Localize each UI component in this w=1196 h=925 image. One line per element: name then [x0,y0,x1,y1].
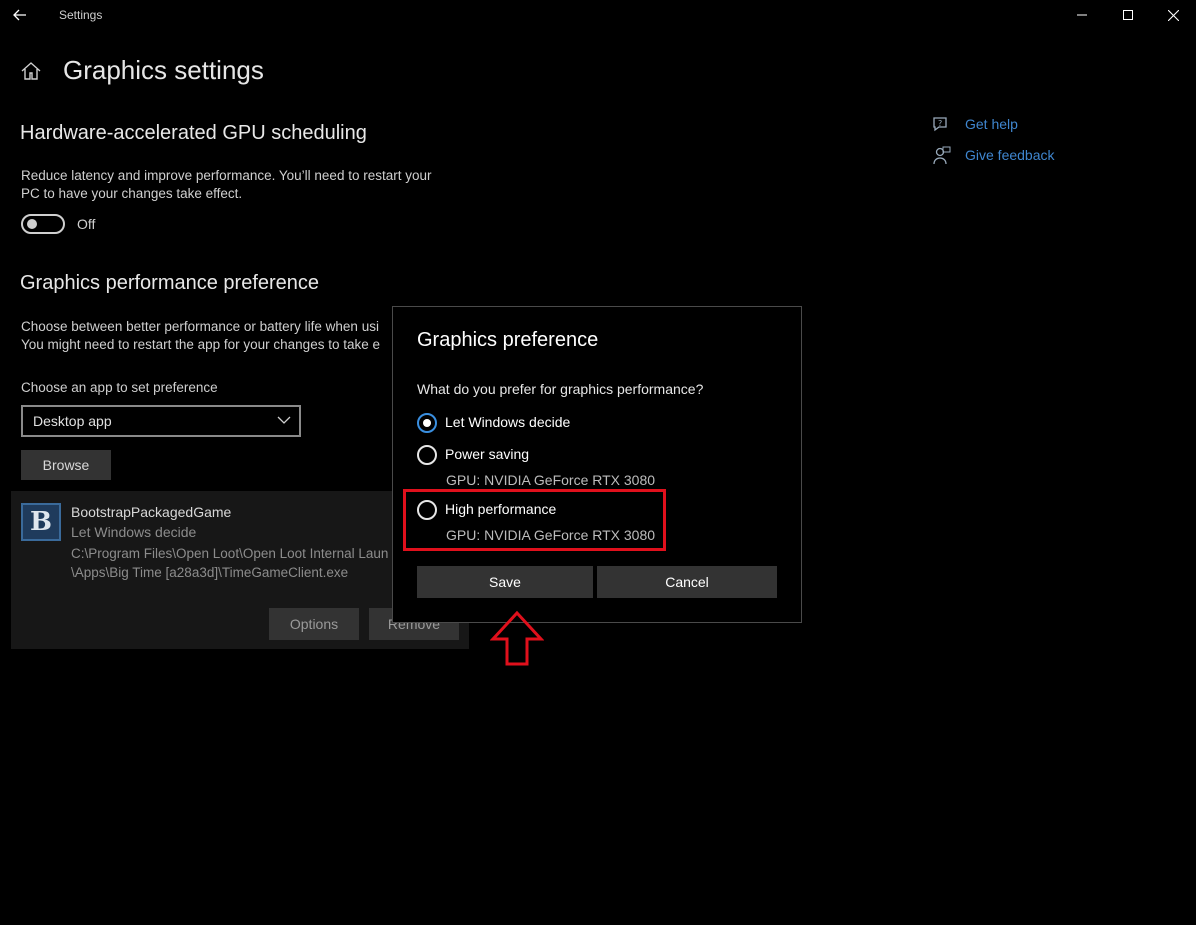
choose-app-label: Choose an app to set preference [21,380,218,395]
maximize-button[interactable] [1105,0,1151,30]
app-type-select[interactable]: Desktop app [21,405,301,437]
feedback-icon [933,146,951,165]
gpu-scheduling-description: Reduce latency and improve performance. … [21,167,431,203]
preference-description: Choose between better performance or bat… [21,318,380,354]
options-button[interactable]: Options [269,608,359,640]
app-name: BootstrapPackagedGame [71,504,232,520]
maximize-icon [1123,10,1133,20]
description-line: You might need to restart the app for yo… [21,337,380,352]
app-type-select-value: Desktop app [33,413,112,429]
power-saving-gpu: GPU: NVIDIA GeForce RTX 3080 [446,472,656,488]
app-preference: Let Windows decide [71,524,197,540]
svg-text:?: ? [938,119,942,128]
toggle-state-label: Off [77,216,96,232]
app-path-line: \Apps\Big Time [a28a3d]\TimeGameClient.e… [71,565,349,580]
graphics-preference-dialog: Graphics preference What do you prefer f… [392,306,802,623]
up-arrow-annotation-icon [490,610,544,666]
save-button[interactable]: Save [417,566,593,598]
close-button[interactable] [1150,0,1196,30]
high-performance-highlight-box [403,489,666,551]
description-line: PC to have your changes take effect. [21,186,243,201]
app-icon-letter: B [30,507,52,537]
radio-label-let-windows-decide[interactable]: Let Windows decide [445,414,570,430]
get-help-icon: ? [933,117,947,132]
dialog-title: Graphics preference [417,329,599,351]
browse-button[interactable]: Browse [21,450,111,480]
page-title: Graphics settings [63,55,264,85]
app-icon: B [21,503,61,541]
radio-label-power-saving[interactable]: Power saving [445,446,529,462]
chevron-down-icon [277,416,291,424]
give-feedback-link[interactable]: Give feedback [965,147,1055,163]
toggle-knob [27,219,37,229]
get-help-link[interactable]: Get help [965,116,1018,132]
window-title: Settings [59,8,103,22]
description-line: Choose between better performance or bat… [21,319,379,334]
title-bar: Settings [0,0,1196,30]
back-arrow-icon [13,9,26,21]
minimize-button[interactable] [1059,0,1105,30]
gpu-scheduling-heading: Hardware-accelerated GPU scheduling [20,122,367,144]
minimize-icon [1077,14,1087,16]
back-button[interactable] [8,4,32,26]
gpu-scheduling-toggle[interactable] [21,214,65,234]
app-path-line: C:\Program Files\Open Loot\Open Loot Int… [71,546,389,561]
description-line: Reduce latency and improve performance. … [21,168,432,183]
preference-heading: Graphics performance preference [20,272,320,294]
home-icon[interactable] [20,61,42,81]
close-icon [1167,9,1179,21]
radio-power-saving[interactable] [417,445,437,465]
cancel-button[interactable]: Cancel [597,566,777,598]
radio-let-windows-decide[interactable] [417,413,437,433]
app-path: C:\Program Files\Open Loot\Open Loot Int… [71,544,401,582]
dialog-question: What do you prefer for graphics performa… [417,381,704,397]
